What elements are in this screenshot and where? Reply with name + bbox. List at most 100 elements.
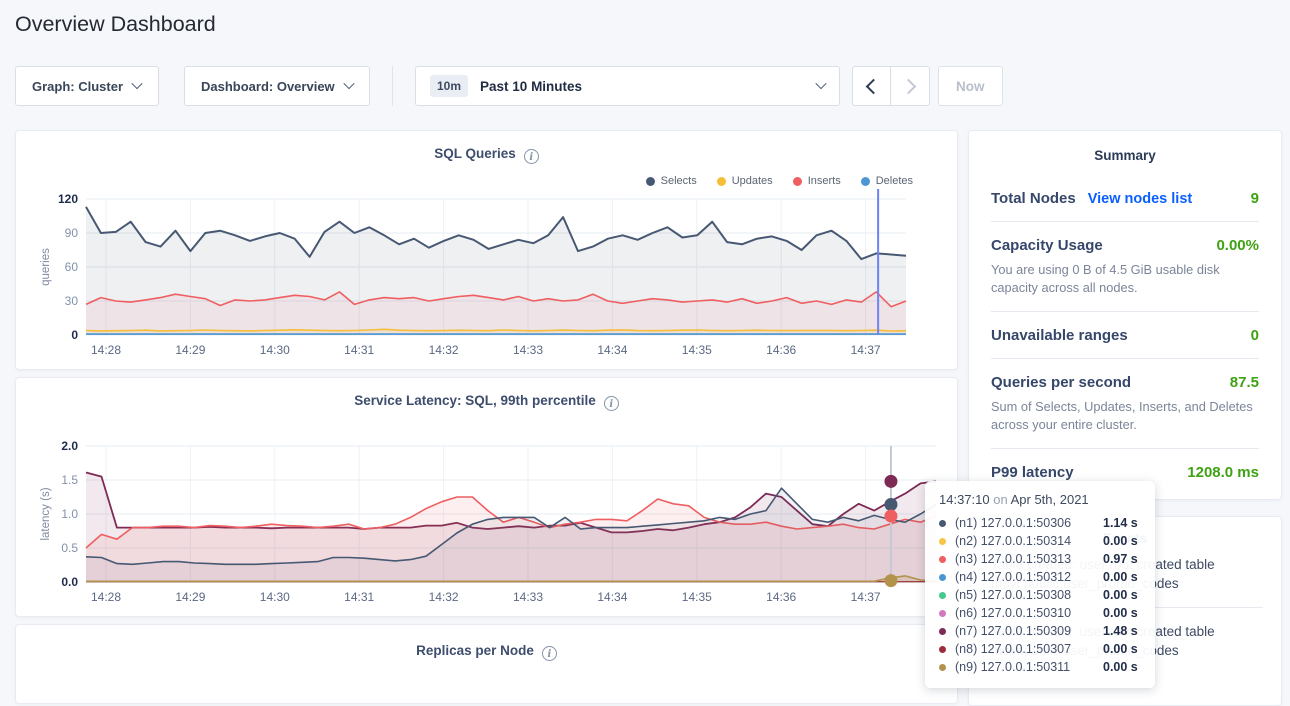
tooltip-row: (n5) 127.0.0.1:503080.00 s [939,586,1141,604]
tooltip-node-name: (n1) 127.0.0.1:50306 [955,516,1103,530]
y-axis-tick: 0.0 [32,575,78,589]
chart-hover-tooltip: 14:37:10 on Apr 5th, 2021 (n1) 127.0.0.1… [925,481,1155,688]
node-color-dot-icon [939,574,946,581]
time-range-badge: 10m [430,75,468,97]
summary-row-2: Unavailable ranges0 [991,312,1259,359]
y-axis-tick: 1.0 [32,507,78,521]
summary-row-1: Capacity Usage 0.00% You are using 0 B of … [991,222,1259,312]
summary-value: 0 [1251,327,1259,344]
time-range-dropdown[interactable]: 10m Past 10 Minutes [415,66,840,106]
x-axis-tick: 14:34 [597,590,627,604]
tooltip-node-name: (n5) 127.0.0.1:50308 [955,588,1103,602]
x-axis-tick: 14:28 [91,343,121,357]
x-axis-tick: 14:37 [851,343,881,357]
time-next-button[interactable] [891,66,930,106]
replicas-per-node-card: Replicas per Node i [15,624,958,704]
x-axis-tick: 14:30 [260,590,290,604]
tooltip-row: (n1) 127.0.0.1:503061.14 s [939,514,1141,532]
tooltip-node-value: 0.00 s [1103,642,1138,656]
view-nodes-list-link[interactable]: View nodes list [1088,191,1193,207]
tooltip-node-name: (n6) 127.0.0.1:50310 [955,606,1103,620]
y-axis-tick: 0 [32,328,78,342]
summary-label: Capacity Usage [991,237,1103,254]
dashboard-dropdown-label: Dashboard: Overview [201,79,335,94]
summary-description: You are using 0 B of 4.5 GiB usable disk… [991,261,1259,297]
sql-queries-plot[interactable]: 0 30 60 90 120 14:28 14:29 14:30 14:31 14:32 14:33… [16,131,957,369]
summary-row-3: Queries per second87.5Sum of Selects, Up… [991,359,1259,449]
summary-value: 1208.0 ms [1187,464,1259,481]
y-axis-tick: 90 [32,226,78,240]
now-button[interactable]: Now [938,66,1003,106]
tooltip-node-value: 1.48 s [1103,624,1138,638]
tooltip-node-name: (n3) 127.0.0.1:50313 [955,552,1103,566]
y-axis-label: latency (s) [40,487,52,540]
graph-dropdown[interactable]: Graph: Cluster [15,66,159,106]
y-axis-tick: 1.5 [32,473,78,487]
y-axis-tick: 60 [32,260,78,274]
tooltip-node-value: 0.00 s [1103,660,1138,674]
summary-value: 0.00% [1216,237,1259,254]
replicas-per-node-title: Replicas per Node [416,643,534,658]
service-latency-svg [16,378,959,618]
summary-panel: Summary Total NodesView nodes list9Capac… [968,130,1282,500]
chevron-down-icon [815,77,826,88]
summary-label: Total Nodes [991,190,1076,207]
x-axis-tick: 14:33 [513,343,543,357]
tooltip-timestamp: 14:37:10 on Apr 5th, 2021 [939,492,1141,507]
y-axis-tick: 30 [32,294,78,308]
chevron-down-icon [131,77,142,88]
x-axis-tick: 14:36 [766,343,796,357]
summary-rows: Total NodesView nodes list9Capacity Usag… [991,175,1259,495]
x-axis-tick: 14:37 [851,590,881,604]
y-axis-tick: 120 [32,192,78,206]
summary-description: Sum of Selects, Updates, Inserts, and De… [991,398,1259,434]
service-latency-plot[interactable]: 0.0 0.5 1.0 1.5 2.0 14:28 14:29 14:30 14:31 14:32… [16,378,957,616]
graph-dropdown-label: Graph: Cluster [32,79,123,94]
tooltip-row: (n4) 127.0.0.1:503120.00 s [939,568,1141,586]
sql-queries-card: SQL Queriesi SelectsUpdatesInsertsDelete… [15,130,958,370]
toolbar-divider [392,66,393,106]
tooltip-row: (n3) 127.0.0.1:503130.97 s [939,550,1141,568]
x-axis-tick: 14:36 [766,590,796,604]
node-color-dot-icon [939,646,946,653]
tooltip-node-name: (n4) 127.0.0.1:50312 [955,570,1103,584]
info-icon[interactable]: i [542,646,557,661]
y-axis-label: queries [40,248,52,286]
tooltip-node-value: 0.00 s [1103,534,1138,548]
node-color-dot-icon [939,664,946,671]
x-axis-tick: 14:33 [513,590,543,604]
x-axis-tick: 14:34 [597,343,627,357]
tooltip-node-value: 0.00 s [1103,570,1138,584]
x-axis-tick: 14:31 [344,343,374,357]
chevron-down-icon [343,77,354,88]
tooltip-node-value: 1.14 s [1103,516,1138,530]
x-axis-tick: 14:29 [175,590,205,604]
summary-label: Queries per second [991,374,1131,391]
tooltip-row: (n7) 127.0.0.1:503091.48 s [939,622,1141,640]
tooltip-node-name: (n2) 127.0.0.1:50314 [955,534,1103,548]
x-axis-tick: 14:32 [429,590,459,604]
time-nav-group [852,66,930,106]
node-color-dot-icon [939,628,946,635]
tooltip-node-name: (n7) 127.0.0.1:50309 [955,624,1103,638]
node-color-dot-icon [939,520,946,527]
time-prev-button[interactable] [852,66,891,106]
sql-queries-svg [16,131,959,371]
tooltip-node-name: (n8) 127.0.0.1:50307 [955,642,1103,656]
time-range-label: Past 10 Minutes [480,79,805,94]
x-axis-tick: 14:30 [260,343,290,357]
service-latency-card: Service Latency: SQL, 99th percentilei 0… [15,377,958,617]
y-axis-tick: 0.5 [32,541,78,555]
y-axis-tick: 2.0 [32,439,78,453]
dashboard-dropdown[interactable]: Dashboard: Overview [184,66,370,106]
tooltip-row: (n8) 127.0.0.1:503070.00 s [939,640,1141,658]
tooltip-rows: (n1) 127.0.0.1:503061.14 s(n2) 127.0.0.1… [939,514,1141,676]
summary-label: P99 latency [991,464,1074,481]
x-axis-tick: 14:29 [175,343,205,357]
x-axis-tick: 14:31 [344,590,374,604]
tooltip-node-value: 0.00 s [1103,588,1138,602]
x-axis-tick: 14:28 [91,590,121,604]
x-axis-tick: 14:32 [429,343,459,357]
node-color-dot-icon [939,592,946,599]
page-title: Overview Dashboard [15,12,216,37]
